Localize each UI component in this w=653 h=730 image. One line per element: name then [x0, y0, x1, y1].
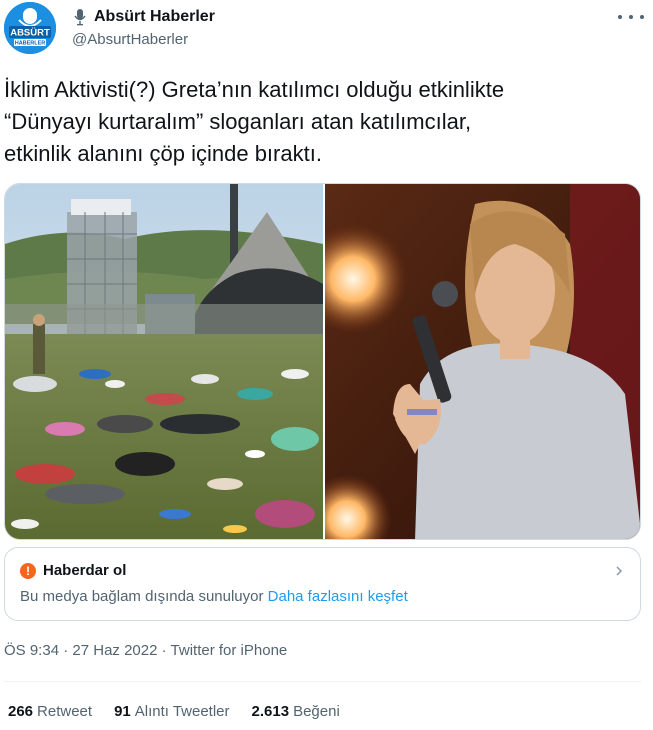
tweet-source[interactable]: Twitter for iPhone — [171, 642, 288, 659]
avatar-text-top: ABSÜRT — [10, 28, 50, 39]
notice-title: Haberdar ol — [43, 562, 127, 579]
meta-separator: · — [161, 642, 171, 659]
chevron-right-icon — [616, 566, 623, 576]
tweet-header: ABSÜRT HABERLER Absürt Haberler @AbsurtH… — [0, 0, 653, 60]
quote-tweets-stat[interactable]: 91 Alıntı Tweetler — [114, 703, 229, 720]
retweets-label: Retweet — [37, 703, 93, 720]
notice-body-text: Bu medya bağlam dışında sunuluyor — [20, 588, 264, 605]
festival-litter-photo[interactable] — [5, 184, 323, 540]
meta-separator: · — [63, 642, 73, 659]
likes-count: 2.613 — [251, 703, 290, 720]
activist-with-microphone-photo[interactable] — [325, 184, 641, 540]
quotes-count: 91 — [114, 703, 131, 720]
tweet-date[interactable]: 27 Haz 2022 — [72, 642, 157, 659]
notice-body: Bu medya bağlam dışında sunuluyor Daha f… — [20, 588, 408, 605]
quotes-label: Alıntı Tweetler — [134, 703, 230, 720]
tweet-text: İklim Aktivisti(?) Greta’nın katılımcı o… — [4, 74, 644, 170]
retweets-stat[interactable]: 266 Retweet — [8, 703, 92, 720]
display-name[interactable]: Absürt Haberler — [94, 8, 215, 26]
tweet-time[interactable]: ÖS 9:34 — [4, 642, 59, 659]
context-notice[interactable]: ! Haberdar ol Bu medya bağlam dışında su… — [4, 547, 641, 621]
microphone-icon — [74, 9, 86, 26]
more-options-icon[interactable] — [618, 8, 644, 26]
notice-title-row: ! Haberdar ol — [20, 562, 126, 579]
exclamation-icon: ! — [20, 562, 36, 579]
tweet-meta: ÖS 9:34 · 27 Haz 2022 · Twitter for iPho… — [4, 642, 287, 659]
likes-stat[interactable]: 2.613 Beğeni — [252, 703, 340, 720]
tweet-text-line: İklim Aktivisti(?) Greta’nın katılımcı o… — [4, 77, 505, 102]
media-grid — [4, 183, 641, 540]
tweet-text-line: etkinlik alanını çöp içinde bıraktı. — [4, 141, 322, 166]
tweet-stats: 266 Retweet 91 Alıntı Tweetler 2.613 Beğeni — [8, 703, 362, 720]
learn-more-link[interactable]: Daha fazlasını keşfet — [268, 588, 408, 605]
retweets-count: 266 — [8, 703, 34, 720]
likes-label: Beğeni — [293, 703, 340, 720]
tweet-text-line: “Dünyayı kurtaralım” sloganları atan kat… — [4, 109, 472, 134]
user-handle[interactable]: @AbsurtHaberler — [72, 31, 188, 48]
avatar-text-bottom: HABERLER — [15, 41, 46, 47]
avatar[interactable]: ABSÜRT HABERLER — [4, 2, 56, 54]
name-row[interactable]: Absürt Haberler — [72, 8, 215, 26]
divider — [4, 681, 641, 682]
